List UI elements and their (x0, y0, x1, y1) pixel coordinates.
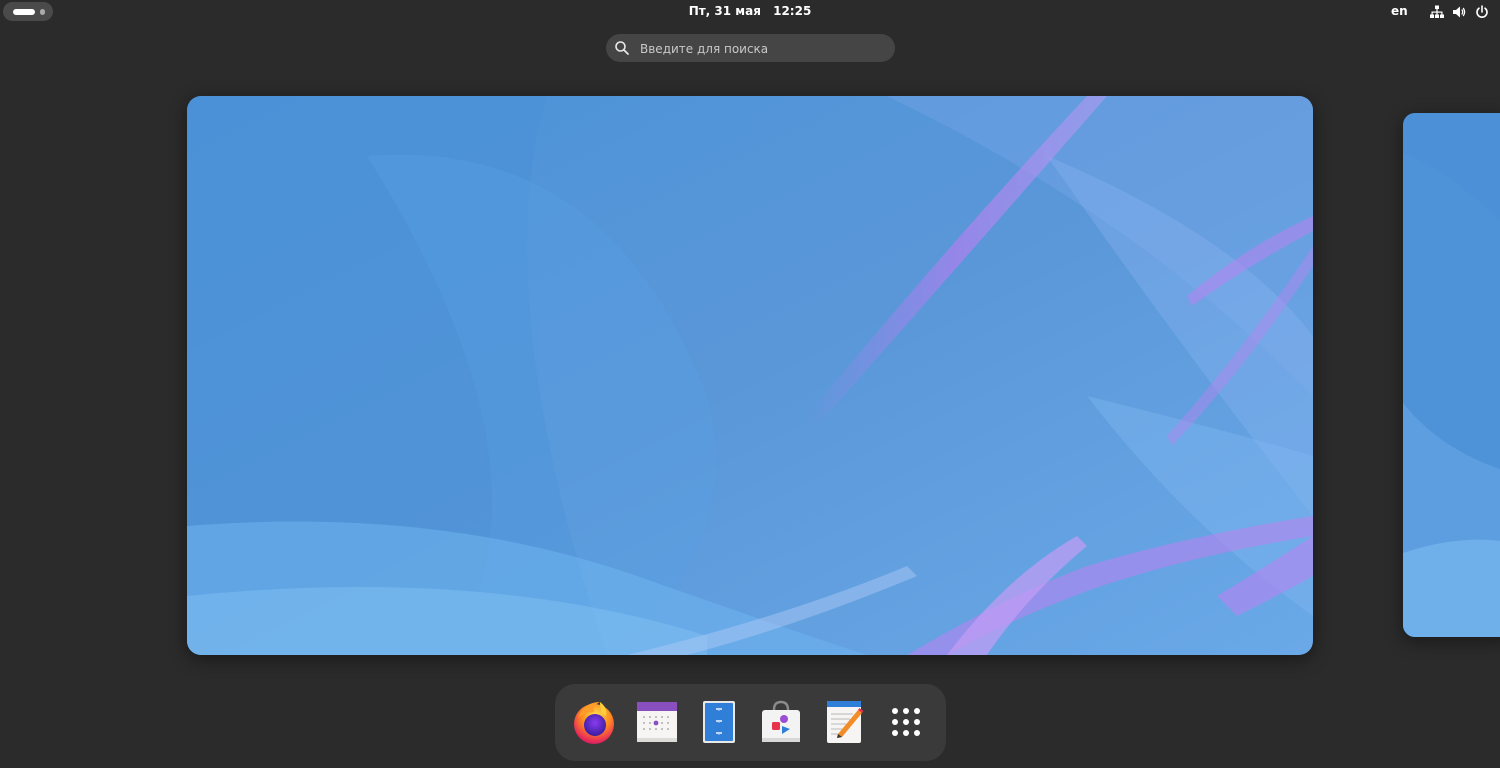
volume-icon[interactable] (1452, 5, 1466, 19)
dash (555, 684, 946, 761)
firefox-icon (574, 702, 614, 744)
search-input[interactable] (638, 38, 892, 60)
search-icon (615, 41, 629, 55)
clock[interactable]: Пт, 31 мая 12:25 (0, 4, 1500, 18)
wallpaper-image (1403, 113, 1500, 637)
dock-app-firefox[interactable] (566, 694, 622, 750)
dock-app-archive-manager[interactable] (691, 694, 747, 750)
show-apps-button[interactable] (878, 694, 934, 750)
dock-app-calendar[interactable] (629, 694, 685, 750)
clock-time: 12:25 (773, 4, 812, 18)
app-grid-icon (892, 708, 920, 736)
dock-app-text-editor[interactable] (816, 694, 872, 750)
power-icon[interactable] (1475, 5, 1489, 19)
dock-app-software[interactable] (753, 694, 809, 750)
network-icon[interactable] (1430, 5, 1444, 19)
workspace-thumbnail-current[interactable] (187, 96, 1313, 655)
clock-date: Пт, 31 мая (688, 4, 761, 18)
archive-icon (703, 701, 735, 743)
wallpaper-image (187, 96, 1313, 655)
search-entry[interactable] (606, 34, 895, 62)
text-editor-icon (827, 701, 864, 743)
calendar-icon (637, 702, 677, 742)
top-bar: Пт, 31 мая 12:25 en (0, 0, 1500, 24)
keyboard-layout-indicator[interactable]: en (1391, 4, 1408, 18)
software-store-icon (762, 700, 800, 742)
workspace-thumbnail-next[interactable] (1403, 113, 1500, 637)
